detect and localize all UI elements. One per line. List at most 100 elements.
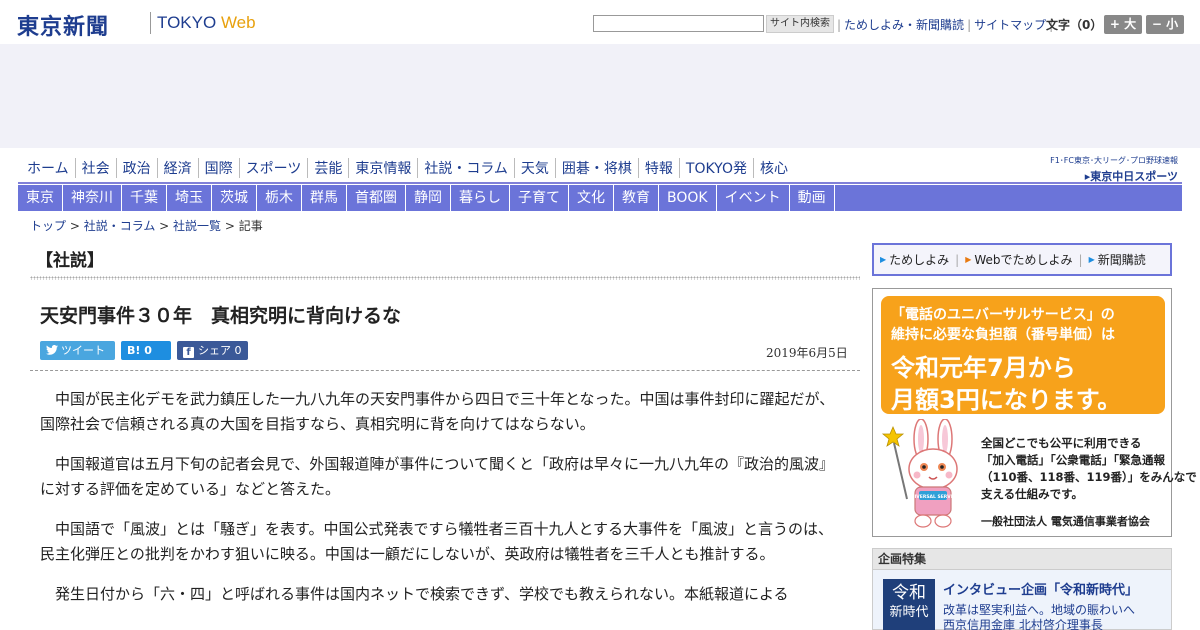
- rnav-shizuoka[interactable]: 静岡: [406, 185, 451, 211]
- mascot-badge-text: UNIVERSAL SERVICE: [907, 494, 959, 500]
- breadcrumb-editorial-list[interactable]: 社説一覧: [173, 219, 221, 233]
- rabbit-mascot-icon: UNIVERSAL SERVICE: [881, 419, 959, 528]
- search-button[interactable]: サイト内検索: [766, 15, 834, 33]
- ad-line-3: 令和元年7月から: [891, 354, 1076, 382]
- ad-description-line: 支える仕組みです。: [981, 487, 1084, 501]
- ad-description-line: （110番、118番、119番）」をみんなで: [981, 470, 1197, 484]
- ad-line-2: 維持に必要な負担額（番号単価）は: [891, 327, 1115, 343]
- rnav-tokyo[interactable]: 東京: [18, 185, 63, 211]
- link-separator: |: [955, 252, 960, 267]
- rnav-tochigi[interactable]: 栃木: [257, 185, 302, 211]
- article-body: 中国が民主化デモを武力鎮圧した一九八九年の天安門事件から四日で三十年となった。中…: [40, 387, 842, 622]
- universal-service-ad[interactable]: 「電話のユニバーサルサービス」の 維持に必要な負担額（番号単価）は 令和元年7月…: [872, 288, 1197, 537]
- ad-description: 全国どこでも公平に利用できる 「加入電話」「公衆電話」「緊急通報 （110番、1…: [981, 435, 1197, 503]
- nav-international[interactable]: 国際: [197, 158, 239, 178]
- link-sitemap[interactable]: サイトマップ: [974, 18, 1046, 32]
- feature-heading: 企画特集: [872, 548, 1172, 570]
- rnav-gunma[interactable]: 群馬: [302, 185, 347, 211]
- rnav-saitama[interactable]: 埼玉: [167, 185, 212, 211]
- logo-en-web: Web: [220, 13, 256, 32]
- dotted-divider: [30, 276, 860, 280]
- chunichi-tagline: F1･FC東京･大リーグ･プロ野球速報: [1050, 156, 1178, 165]
- chunichi-sports-link[interactable]: F1･FC東京･大リーグ･プロ野球速報 ▸東京中日スポーツ: [1026, 155, 1178, 184]
- tweet-label: ツイート: [61, 344, 105, 357]
- rnav-ibaraki[interactable]: 茨城: [212, 185, 257, 211]
- link-trial[interactable]: ためしよみ: [889, 251, 949, 268]
- rnav-kanagawa[interactable]: 神奈川: [63, 185, 122, 211]
- feature-title[interactable]: インタビュー企画「令和新時代」: [943, 579, 1138, 598]
- nav-kakushin[interactable]: 核心: [752, 158, 794, 178]
- ad-description-line: 全国どこでも公平に利用できる: [981, 436, 1142, 450]
- article-paragraph: 発生日付から「六・四」と呼ばれる事件は国内ネットで検索できず、学校でも教えられな…: [55, 585, 789, 603]
- breadcrumb-sep: >: [155, 219, 174, 233]
- logo-divider: [150, 12, 151, 34]
- rnav-book[interactable]: BOOK: [659, 185, 717, 211]
- rnav-kosodate[interactable]: 子育て: [510, 185, 569, 211]
- feature-subtitle-line: 改革は堅実利益へ。地域の賑わいへ: [943, 603, 1136, 617]
- site-logo-en[interactable]: TOKYO Web: [157, 13, 256, 33]
- top-ad-banner: [0, 44, 1200, 148]
- nav-entertainment[interactable]: 芸能: [307, 158, 348, 178]
- article-headline: 天安門事件３０年 真相究明に背向けるな: [40, 305, 402, 327]
- feature-thumbnail[interactable]: 令和 新時代: [883, 579, 935, 630]
- rnav-chiba[interactable]: 千葉: [122, 185, 167, 211]
- ad-line-4: 月額3円になります。: [891, 386, 1122, 414]
- breadcrumb-editorial[interactable]: 社説・コラム: [84, 219, 156, 233]
- nav-tokuho[interactable]: 特報: [637, 158, 679, 178]
- arrow-icon: ▶: [880, 255, 887, 264]
- nav-weather[interactable]: 天気: [513, 158, 555, 178]
- site-header: 東京新聞 TOKYO Web サイト内検索 | ためしよみ・新聞購読 | サイトマップ…: [0, 0, 1200, 44]
- tweet-button[interactable]: ツイート: [40, 341, 115, 360]
- font-bigger-button[interactable]: + 大: [1104, 15, 1142, 34]
- nav-economy[interactable]: 経済: [156, 158, 198, 178]
- nav-editorial[interactable]: 社説・コラム: [417, 158, 514, 178]
- link-separator: |: [837, 18, 842, 32]
- link-web-trial[interactable]: Webでためしよみ: [974, 251, 1072, 268]
- font-size-label: 文字（0）: [1046, 18, 1103, 32]
- dashed-divider: [30, 370, 860, 371]
- hatena-bookmark-button[interactable]: B! 0: [121, 341, 171, 360]
- rnav-kyoiku[interactable]: 教育: [614, 185, 659, 211]
- breadcrumb: トップ > 社説・コラム > 社説一覧 > 記事: [30, 217, 263, 234]
- link-subscribe[interactable]: ためしよみ・新聞購読: [844, 18, 964, 32]
- nav-tokyo-info[interactable]: 東京情報: [348, 158, 417, 178]
- subscribe-links: ▶ ためしよみ | ▶ Webでためしよみ | ▶ 新聞購読: [872, 243, 1172, 276]
- nav-politics[interactable]: 政治: [115, 158, 157, 178]
- ad-description-line: 「加入電話」「公衆電話」「緊急通報: [981, 453, 1165, 467]
- link-subscribe-newspaper[interactable]: 新聞購読: [1098, 251, 1146, 268]
- ad-line-1: 「電話のユニバーサルサービス」の: [891, 307, 1115, 323]
- breadcrumb-sep: >: [66, 219, 84, 233]
- breadcrumb-current: 記事: [238, 219, 263, 233]
- nav-tokyo-hatsu[interactable]: TOKYO発: [678, 158, 753, 178]
- nav-igo-shogi[interactable]: 囲碁・将棋: [554, 158, 638, 178]
- header-links: | ためしよみ・新聞購読 | サイトマップ |: [834, 16, 1056, 33]
- nav-divider: [18, 182, 1182, 184]
- breadcrumb-sep: >: [221, 219, 239, 233]
- font-smaller-button[interactable]: − 小: [1146, 15, 1184, 34]
- link-separator: |: [967, 18, 972, 32]
- rnav-bunka[interactable]: 文化: [569, 185, 614, 211]
- arrow-icon: ▶: [965, 255, 972, 264]
- search-input[interactable]: [593, 15, 764, 32]
- article-date: 2019年6月5日: [766, 346, 848, 360]
- rnav-video[interactable]: 動画: [790, 185, 835, 211]
- feature-item[interactable]: 令和 新時代 インタビュー企画「令和新時代」 改革は堅実利益へ。地域の賑わいへ …: [872, 570, 1172, 630]
- article-paragraph: 中国報道官は五月下旬の記者会見で、外国報道陣が事件について聞くと「政府は早々に一…: [40, 455, 834, 498]
- twitter-icon: [46, 345, 58, 355]
- section-label: 【社説】: [36, 251, 104, 271]
- facebook-share-button[interactable]: f シェア 0: [177, 341, 248, 360]
- facebook-icon: f: [183, 347, 194, 358]
- feature-subtitle-line: 西京信用金庫 北村啓介理事長: [943, 618, 1103, 630]
- nav-society[interactable]: 社会: [74, 158, 116, 178]
- ad-headline-panel: 「電話のユニバーサルサービス」の 維持に必要な負担額（番号単価）は 令和元年7月…: [881, 296, 1165, 414]
- logo-en-main: TOKYO: [157, 13, 221, 32]
- regional-nav: 東京 神奈川 千葉 埼玉 茨城 栃木 群馬 首都圏 静岡 暮らし 子育て 文化 …: [18, 185, 1182, 211]
- rnav-event[interactable]: イベント: [717, 185, 790, 211]
- rnav-shutoken[interactable]: 首都圏: [347, 185, 406, 211]
- arrow-icon: ▶: [1088, 255, 1095, 264]
- nav-home[interactable]: ホーム: [22, 158, 75, 178]
- site-logo[interactable]: 東京新聞: [17, 9, 109, 41]
- rnav-kurashi[interactable]: 暮らし: [451, 185, 510, 211]
- nav-sports[interactable]: スポーツ: [238, 158, 308, 178]
- breadcrumb-top[interactable]: トップ: [30, 219, 66, 233]
